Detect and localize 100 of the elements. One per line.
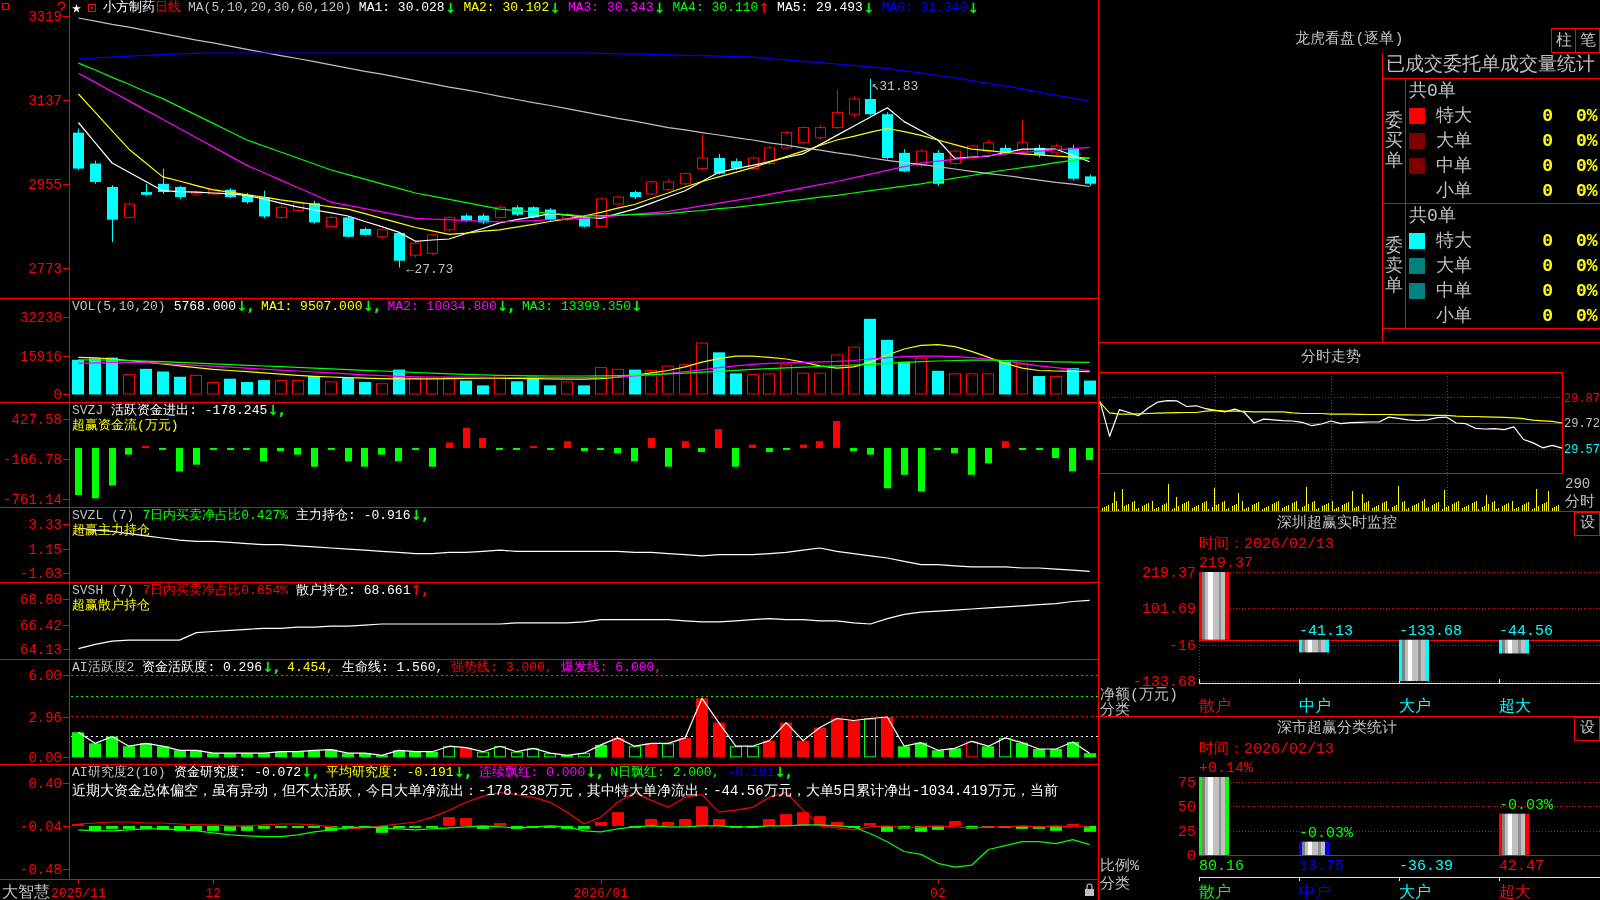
axis-label: 29.57 xyxy=(1564,442,1600,457)
panel-title: 分时走势 xyxy=(1300,347,1362,368)
order-percent: 0% xyxy=(1576,231,1598,252)
axis-label: -761.14 xyxy=(3,492,62,507)
indicator-params: MA(5,10,20,30,60,120) xyxy=(188,0,352,16)
category-label: 散户 xyxy=(1199,884,1231,900)
axis-label: 75 xyxy=(1178,775,1196,792)
price-annotation: ←27.73 xyxy=(406,261,454,277)
order-percent: 0% xyxy=(1576,155,1598,176)
trend-arrow: ↓, xyxy=(301,765,319,780)
value-label: 13.75 xyxy=(1299,858,1344,875)
axis-label: 427.58 xyxy=(11,412,62,429)
axis-label: 2.96 xyxy=(28,709,62,726)
indicator-reading: MA3: 30.343 xyxy=(567,0,654,16)
axis-label: 66.42 xyxy=(20,617,62,634)
order-type-label: 特大 xyxy=(1436,231,1473,252)
category-label: 散户 xyxy=(1199,698,1231,716)
axis-label: 0.00 xyxy=(28,750,62,764)
axis-label: 68.80 xyxy=(20,592,62,609)
axis-label: 32230 xyxy=(20,310,62,327)
indicator-reading: MA1: 9507.000 xyxy=(261,299,363,314)
indicator-reading: MA6: 31.340 xyxy=(881,0,968,16)
order-type-label: 小单 xyxy=(1436,180,1473,201)
order-type-label: 大单 xyxy=(1436,131,1473,151)
group-label: 委买单 xyxy=(1385,111,1403,171)
indicator-name: SVZJ xyxy=(72,403,104,418)
axis-label: -16 xyxy=(1169,637,1196,655)
indicator-reading: 强势线: 3.000, xyxy=(451,660,553,675)
order-type-label: 大单 xyxy=(1436,256,1473,276)
axis-label: 3319 xyxy=(28,9,62,26)
indicator-reading: 生命线: 1.560, xyxy=(341,660,444,675)
indicator-reading: 散户持仓: 68.661 xyxy=(296,583,411,598)
indicator-name: VOL(5,10,20) xyxy=(72,299,166,314)
indicator-reading: 7日内买卖净占比0.654% xyxy=(142,583,289,598)
axis-title: 分类 xyxy=(1100,876,1130,893)
axis-label: 50 xyxy=(1178,799,1196,817)
indicator-reading: 主力持仓: -0.916 xyxy=(296,508,411,523)
order-count: 0 xyxy=(1541,155,1553,176)
indicator-reading: MA2: 30.102 xyxy=(463,0,550,16)
indicator-reading: 资金研究度: -0.072 xyxy=(173,765,302,780)
indicator-reading: 连续飘红: 0.000 xyxy=(478,765,586,780)
axis-label: 3.33 xyxy=(28,517,62,534)
panel-title: 龙虎看盘(逐单) xyxy=(1295,29,1404,51)
indicator-reading: MA5: 29.493 xyxy=(777,0,863,16)
order-type-label: 中单 xyxy=(1436,155,1473,176)
indicator-name: SVZL (7) xyxy=(72,508,135,523)
indicator-subtitle: 超赢散户持仓 xyxy=(72,598,151,613)
trend-arrow: ↓, xyxy=(496,299,514,314)
order-type-label: 特大 xyxy=(1436,106,1473,127)
axis-label: -166.78 xyxy=(3,452,62,469)
trend-arrow: ↓, xyxy=(410,508,428,523)
axis-label: 64.13 xyxy=(20,642,62,659)
timestamp: 时间：2026/02/13 xyxy=(1198,741,1335,758)
axis-label: 3137 xyxy=(28,92,62,109)
indicator-reading: MA1: 30.028 xyxy=(358,0,445,16)
axis-label: 2773 xyxy=(28,260,62,277)
indicator-reading: MA4: 30.110 xyxy=(672,0,759,16)
order-count: 0 xyxy=(1541,106,1553,127)
axis-label: 1.15 xyxy=(28,541,62,558)
axis-label: 219.37 xyxy=(1142,565,1196,582)
order-count: 0 xyxy=(1541,280,1553,301)
period-label: 日线 xyxy=(155,0,181,16)
order-percent: 0% xyxy=(1576,305,1598,326)
indicator-reading: N日飘红: 2.000, xyxy=(610,765,720,780)
order-type-label: 中单 xyxy=(1436,280,1473,301)
order-total: 共0单 xyxy=(1409,81,1456,102)
order-count: 0 xyxy=(1541,180,1553,201)
indicator-reading: 7日内买卖净占比0.427% xyxy=(142,508,289,523)
axis-label: 25 xyxy=(1178,823,1196,841)
order-count: 0 xyxy=(1541,305,1553,326)
axis-label: 29.72 xyxy=(1564,417,1600,431)
date-label: 2025/11 xyxy=(51,886,106,900)
value-label: -36.39 xyxy=(1399,858,1453,875)
category-label: 中户 xyxy=(1299,698,1331,716)
category-label: 超大 xyxy=(1499,698,1531,716)
trend-arrow: ↓ xyxy=(549,0,561,16)
value-label: 219.37 xyxy=(1199,555,1253,572)
order-type-label: 小单 xyxy=(1436,305,1473,326)
category-label: 超大 xyxy=(1499,884,1531,900)
value-label: -41.13 xyxy=(1299,622,1353,640)
trend-arrow: ↓, xyxy=(585,765,603,780)
axis-label: 0.40 xyxy=(28,775,62,792)
indicator-reading: 资金活跃度: 0.296 xyxy=(142,660,262,675)
trend-arrow: ↓ xyxy=(631,299,643,314)
panel-title: 深市超赢分类统计 xyxy=(1275,718,1398,739)
axis-label: 101.69 xyxy=(1142,601,1196,619)
trend-arrow: ↓, xyxy=(774,765,792,780)
axis-label: 0 xyxy=(53,387,62,402)
timestamp: 时间：2026/02/13 xyxy=(1198,536,1335,553)
axis-title: 分类 xyxy=(1100,702,1130,716)
axis-label: -1.03 xyxy=(20,565,62,582)
value-label: 80.16 xyxy=(1199,858,1244,875)
brand-name: 大智慧 xyxy=(2,884,50,900)
order-percent: 0% xyxy=(1576,256,1598,276)
indicator-reading: 平均研究度: -0.191 xyxy=(326,765,454,780)
axis-label: 2955 xyxy=(28,176,62,193)
order-count: 0 xyxy=(1541,256,1553,276)
category-label: 大户 xyxy=(1399,698,1431,716)
axis-label: 分时 xyxy=(1565,494,1595,511)
change-label: -0.03% xyxy=(1499,796,1553,814)
